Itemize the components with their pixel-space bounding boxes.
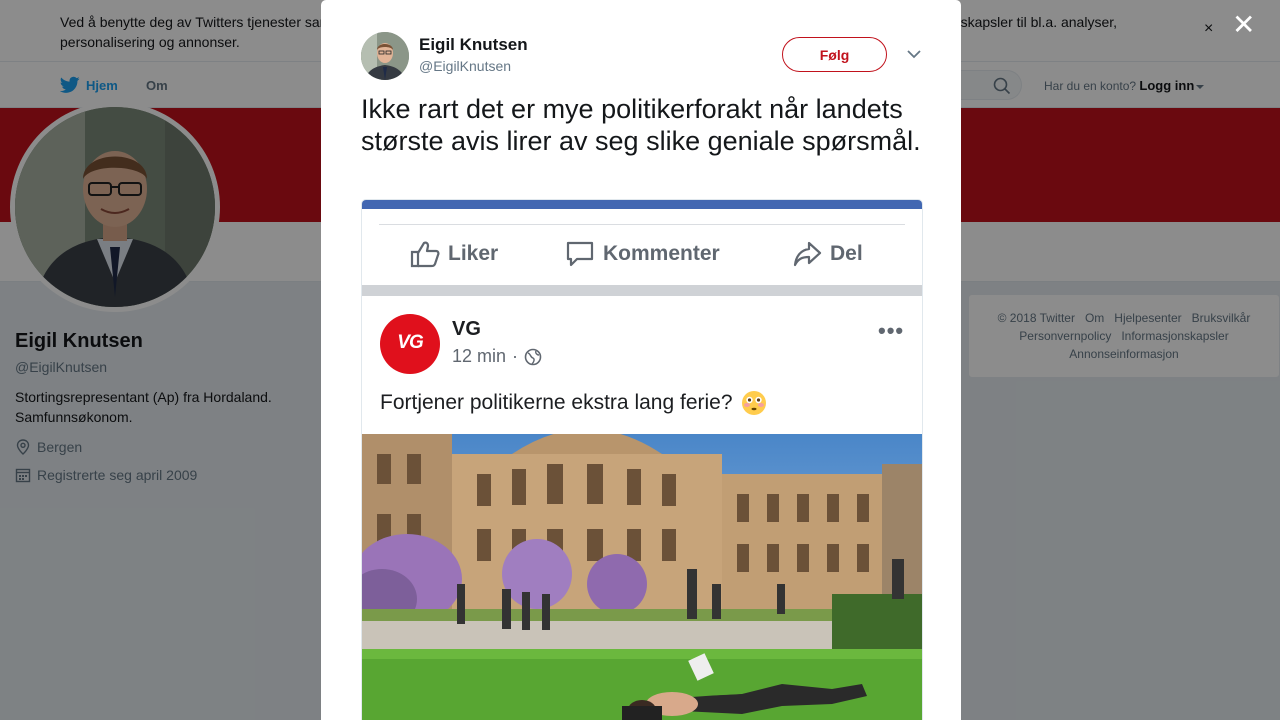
tweet-author-handle[interactable]: @EigilKnutsen — [419, 58, 511, 74]
more-options-icon: ••• — [878, 318, 905, 343]
follow-button[interactable]: Følg — [782, 37, 887, 72]
post-text-row: Fortjener politikerne ekstra lang ferie? — [380, 390, 767, 416]
tweet-text: Ikke rart det er mye politikerforakt når… — [361, 94, 921, 156]
separator-dot: · — [512, 346, 519, 366]
thumbs-up-icon — [410, 241, 440, 268]
facebook-comment-action: Kommenter — [565, 240, 720, 268]
share-arrow-icon — [793, 241, 822, 267]
vg-logo-text: VG — [397, 332, 423, 353]
section-divider — [362, 285, 922, 296]
facebook-like-action: Liker — [410, 240, 498, 268]
speech-bubble-icon — [566, 241, 594, 267]
comment-label: Kommenter — [603, 242, 720, 265]
author-photo — [361, 32, 409, 80]
share-label: Del — [830, 242, 863, 265]
post-time: 12 min — [452, 346, 507, 366]
post-page-name: VG — [452, 318, 481, 340]
tweet-author-name[interactable]: Eigil Knutsen — [419, 35, 528, 55]
flushed-face-emoji-icon — [741, 391, 766, 415]
parliament-photo — [362, 434, 922, 720]
tweet-author-avatar[interactable] — [361, 32, 409, 80]
facebook-share-action: Del — [792, 240, 863, 268]
vg-logo: VG — [380, 314, 440, 374]
divider — [379, 224, 905, 225]
tweet-media-screenshot[interactable]: Liker Kommenter Del VG VG 12 min · ••• F… — [361, 199, 923, 720]
facebook-header-bar — [362, 200, 922, 209]
tweet-modal: Eigil Knutsen @EigilKnutsen Følg Ikke ra… — [321, 0, 961, 720]
close-icon[interactable]: ✕ — [1232, 10, 1255, 40]
like-label: Liker — [448, 242, 499, 265]
post-timestamp: 12 min · — [452, 346, 542, 367]
chevron-down-icon[interactable] — [907, 50, 921, 59]
facebook-action-bar: Liker Kommenter Del — [362, 236, 922, 276]
post-photo-storting — [362, 434, 922, 720]
globe-icon — [524, 348, 542, 365]
post-text: Fortjener politikerne ekstra lang ferie? — [380, 391, 733, 414]
